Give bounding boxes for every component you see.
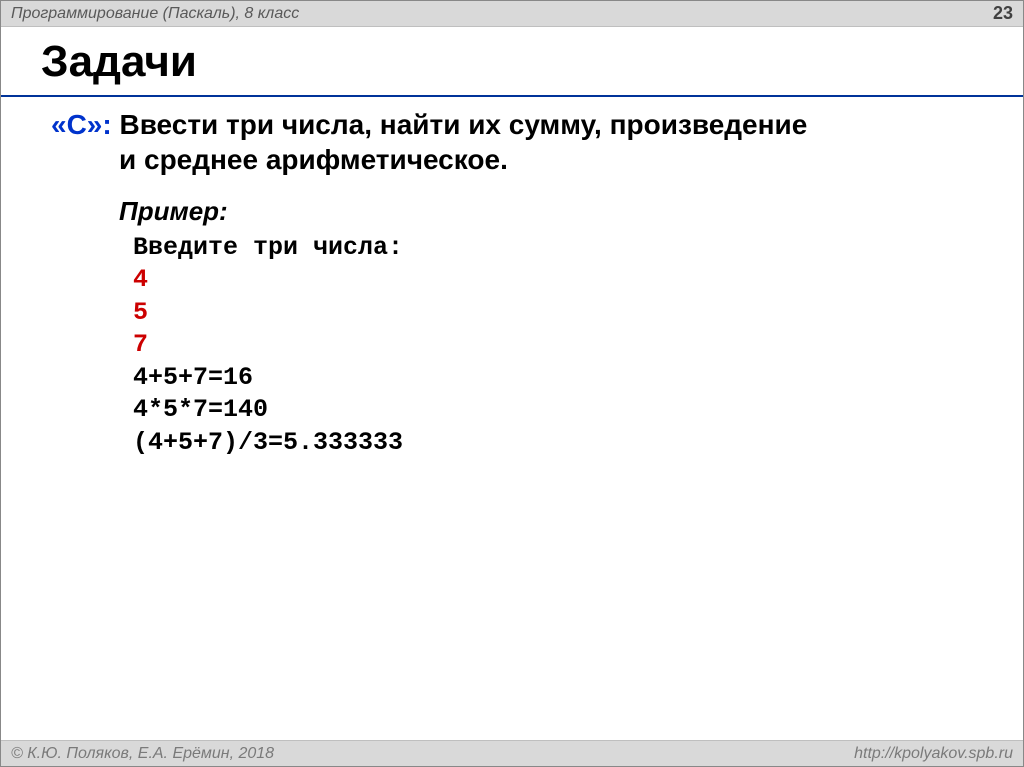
- page-title: Задачи: [41, 37, 197, 87]
- example-block: Пример: Введите три числа: 4 5 7 4+5+7=1…: [51, 195, 983, 459]
- code-output-3: (4+5+7)/3=5.333333: [133, 428, 403, 457]
- code-block: Введите три числа: 4 5 7 4+5+7=16 4*5*7=…: [119, 232, 983, 460]
- code-input-1: 4: [133, 265, 148, 294]
- code-output-2: 4*5*7=140: [133, 395, 268, 424]
- title-divider: [1, 95, 1023, 97]
- page-number: 23: [993, 3, 1013, 24]
- task-line-2: и среднее арифметическое.: [51, 142, 983, 177]
- course-title: Программирование (Паскаль), 8 класс: [11, 5, 299, 23]
- code-prompt: Введите три числа:: [133, 233, 403, 262]
- footer-bar: © К.Ю. Поляков, Е.А. Ерёмин, 2018 http:/…: [1, 740, 1023, 766]
- example-label: Пример:: [119, 195, 983, 228]
- content-area: «С»: Ввести три числа, найти их сумму, п…: [51, 107, 983, 459]
- header-bar: Программирование (Паскаль), 8 класс 23: [1, 1, 1023, 27]
- task-line-1: «С»: Ввести три числа, найти их сумму, п…: [51, 107, 983, 142]
- code-output-1: 4+5+7=16: [133, 363, 253, 392]
- task-text-1: Ввести три числа, найти их сумму, произв…: [112, 109, 808, 140]
- code-input-3: 7: [133, 330, 148, 359]
- slide: Программирование (Паскаль), 8 класс 23 З…: [0, 0, 1024, 767]
- footer-copyright: © К.Ю. Поляков, Е.А. Ерёмин, 2018: [11, 745, 274, 763]
- task-level-label: «С»:: [51, 109, 112, 140]
- code-input-2: 5: [133, 298, 148, 327]
- footer-url: http://kpolyakov.spb.ru: [854, 745, 1013, 763]
